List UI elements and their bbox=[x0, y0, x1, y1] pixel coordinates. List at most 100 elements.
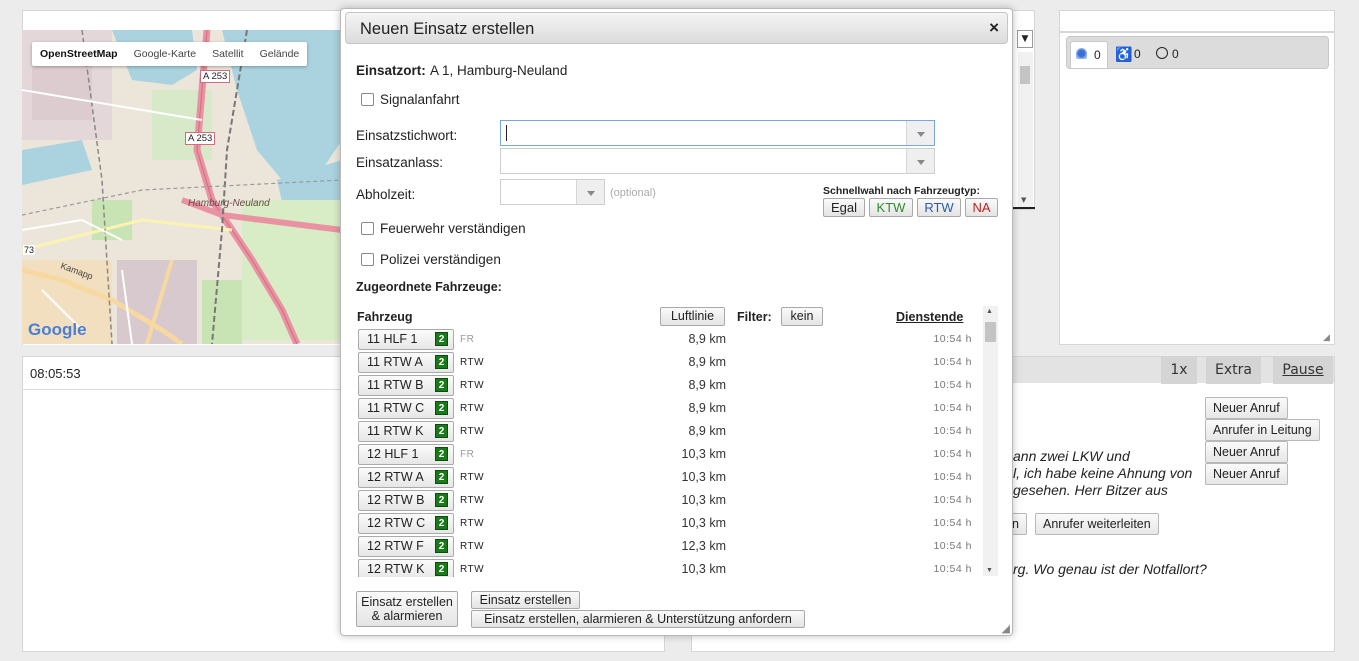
vehicle-row: 11 RTW A 2 RTW 8,9 km 10:54 h bbox=[356, 352, 984, 373]
speed-button[interactable]: 1x bbox=[1161, 356, 1197, 384]
vehicle-button[interactable]: 11 RTW A 2 bbox=[358, 352, 454, 373]
vehicle-status-badge: 2 bbox=[435, 562, 448, 576]
create-alarm-support-button[interactable]: Einsatz erstellen, alarmieren & Unterstü… bbox=[471, 610, 805, 628]
vehicle-button[interactable]: 12 RTW F 2 bbox=[358, 536, 454, 557]
map-view[interactable]: A 253 A 253 Hamburg-Neuland 73 Kamapp Go… bbox=[22, 30, 342, 344]
map-tab-satellite[interactable]: Satellit bbox=[204, 42, 252, 66]
vehicle-button[interactable]: 11 HLF 1 2 bbox=[358, 329, 454, 350]
column-fahrzeug: Fahrzeug bbox=[357, 310, 413, 324]
map-tab-google[interactable]: Google-Karte bbox=[126, 42, 204, 66]
vehicle-service-end: 10:54 h bbox=[933, 540, 972, 552]
vehicle-type: RTW bbox=[460, 518, 485, 529]
dialog-resize-icon[interactable]: ◢ bbox=[1002, 622, 1010, 635]
pause-button[interactable]: Pause bbox=[1273, 356, 1333, 384]
vehicle-name: 12 RTW B bbox=[367, 493, 425, 507]
select-arrow-icon[interactable]: ▼ bbox=[1017, 30, 1033, 48]
vehicle-service-end: 10:54 h bbox=[933, 425, 972, 437]
einsatzort-label: Einsatzort: bbox=[356, 63, 426, 78]
vehicle-service-end: 10:54 h bbox=[933, 517, 972, 529]
blue-light-icon bbox=[1076, 48, 1087, 59]
feuerwehr-checkbox[interactable] bbox=[361, 222, 374, 235]
conversation-line-2: l, ich habe keine Ahnung von bbox=[1013, 465, 1193, 481]
vehicle-distance: 10,3 km bbox=[681, 562, 726, 576]
luftlinie-button[interactable]: Luftlinie bbox=[660, 307, 725, 326]
vehicle-type: RTW bbox=[460, 426, 485, 437]
abholzeit-combobox[interactable] bbox=[500, 179, 605, 205]
vehicle-service-end: 10:54 h bbox=[933, 471, 972, 483]
call-list-scrollbar[interactable]: ▼ bbox=[1018, 52, 1033, 208]
vehicle-row: 11 RTW K 2 RTW 8,9 km 10:54 h bbox=[356, 421, 984, 442]
close-icon[interactable]: × bbox=[989, 18, 999, 38]
vehicle-type: RTW bbox=[460, 564, 485, 575]
vehicle-row: 11 RTW C 2 RTW 8,9 km 10:54 h bbox=[356, 398, 984, 419]
signalanfahrt-checkbox[interactable] bbox=[361, 93, 374, 106]
vehicle-button[interactable]: 12 RTW C 2 bbox=[358, 513, 454, 534]
vehicle-button[interactable]: 11 RTW C 2 bbox=[358, 398, 454, 419]
signalanfahrt-label: Signalanfahrt bbox=[380, 92, 460, 107]
status-tab-clock[interactable]: 0 bbox=[1152, 42, 1188, 67]
status-tab-blue-light[interactable]: 0 bbox=[1070, 41, 1108, 68]
vehicle-button[interactable]: 12 RTW A 2 bbox=[358, 467, 454, 488]
vehicle-status-badge: 2 bbox=[435, 516, 448, 530]
map-tab-terrain[interactable]: Gelände bbox=[252, 42, 308, 66]
vehicle-button[interactable]: 12 HLF 1 2 bbox=[358, 444, 454, 465]
vehicle-button[interactable]: 12 RTW K 2 bbox=[358, 559, 454, 577]
vehicle-distance: 8,9 km bbox=[688, 332, 726, 346]
new-call-button-3[interactable]: Neuer Anruf bbox=[1205, 463, 1288, 485]
vehicle-button[interactable]: 11 RTW B 2 bbox=[358, 375, 454, 396]
vehicle-name: 12 HLF 1 bbox=[367, 447, 419, 461]
status-panel-header bbox=[1059, 10, 1335, 32]
schnellwahl-ktw-button[interactable]: KTW bbox=[869, 198, 913, 217]
vehicle-status-badge: 2 bbox=[435, 401, 448, 415]
vehicle-row: 12 RTW A 2 RTW 10,3 km 10:54 h bbox=[356, 467, 984, 488]
vehicle-button[interactable]: 11 RTW K 2 bbox=[358, 421, 454, 442]
chevron-down-icon[interactable] bbox=[576, 180, 604, 204]
new-call-button-1[interactable]: Neuer Anruf bbox=[1205, 397, 1288, 419]
extra-button[interactable]: Extra bbox=[1206, 356, 1261, 384]
vehicle-service-end: 10:54 h bbox=[933, 494, 972, 506]
vehicle-type: RTW bbox=[460, 541, 485, 552]
vehicle-list-scrollbar[interactable]: ▲ ▼ bbox=[983, 306, 998, 576]
map-label-a253-mid: A 253 bbox=[185, 132, 216, 145]
anlass-combobox[interactable] bbox=[500, 148, 935, 174]
create-and-alarm-button[interactable]: Einsatz erstellen & alarmieren bbox=[356, 591, 458, 627]
map-canvas[interactable] bbox=[22, 30, 342, 344]
vehicle-distance: 10,3 km bbox=[681, 493, 726, 507]
map-tab-openstreetmap[interactable]: OpenStreetMap bbox=[32, 42, 126, 66]
vehicle-list: 11 HLF 1 2 FR 8,9 km 10:54 h 11 RTW A 2 RTW 8,9 … bbox=[356, 327, 984, 577]
status-tab-wheelchair[interactable]: ♿ 0 bbox=[1112, 42, 1148, 67]
conversation-line-1: ann zwei LKW und bbox=[1013, 448, 1130, 464]
stichwort-combobox[interactable] bbox=[500, 120, 935, 146]
new-call-button-2[interactable]: Neuer Anruf bbox=[1205, 441, 1288, 463]
dialog-titlebar[interactable]: Neuen Einsatz erstellen × bbox=[345, 12, 1008, 44]
schnellwahl-label: Schnellwahl nach Fahrzeugtyp: bbox=[823, 185, 980, 197]
polizei-checkbox[interactable] bbox=[361, 253, 374, 266]
column-dienstende: Dienstende bbox=[896, 310, 964, 324]
vehicle-button[interactable]: 12 RTW B 2 bbox=[358, 490, 454, 511]
forward-caller-button[interactable]: Anrufer weiterleiten bbox=[1035, 513, 1159, 535]
chevron-down-icon[interactable] bbox=[906, 149, 934, 173]
divider bbox=[1013, 207, 1035, 209]
create-button[interactable]: Einsatz erstellen bbox=[471, 591, 580, 609]
vehicle-row: 12 RTW C 2 RTW 10,3 km 10:54 h bbox=[356, 513, 984, 534]
vehicle-name: 12 RTW F bbox=[367, 539, 424, 553]
status-panel bbox=[1059, 32, 1335, 345]
vehicle-name: 11 RTW C bbox=[367, 401, 425, 415]
vehicle-type: RTW bbox=[460, 380, 485, 391]
resize-grip-icon[interactable]: ◢ bbox=[1323, 333, 1330, 343]
schnellwahl-egal-button[interactable]: Egal bbox=[823, 198, 865, 217]
vehicle-status-badge: 2 bbox=[435, 355, 448, 369]
einsatzort-value: A 1, Hamburg-Neuland bbox=[430, 63, 568, 78]
caller-on-line-button[interactable]: Anrufer in Leitung bbox=[1205, 419, 1320, 441]
chevron-down-icon[interactable] bbox=[906, 121, 934, 145]
abholzeit-label: Abholzeit: bbox=[356, 187, 416, 202]
map-type-tabs: OpenStreetMap Google-Karte Satellit Gelä… bbox=[32, 42, 308, 66]
vehicle-name: 11 HLF 1 bbox=[367, 332, 418, 346]
conversation-question: rg. Wo genau ist der Notfallort? bbox=[1013, 561, 1207, 577]
stichwort-input[interactable] bbox=[506, 125, 886, 141]
schnellwahl-na-button[interactable]: NA bbox=[965, 198, 998, 217]
schnellwahl-rtw-button[interactable]: RTW bbox=[917, 198, 961, 217]
filter-button[interactable]: kein bbox=[781, 307, 823, 326]
vehicle-row: 11 HLF 1 2 FR 8,9 km 10:54 h bbox=[356, 329, 984, 350]
vehicle-name: 11 RTW A bbox=[367, 355, 423, 369]
